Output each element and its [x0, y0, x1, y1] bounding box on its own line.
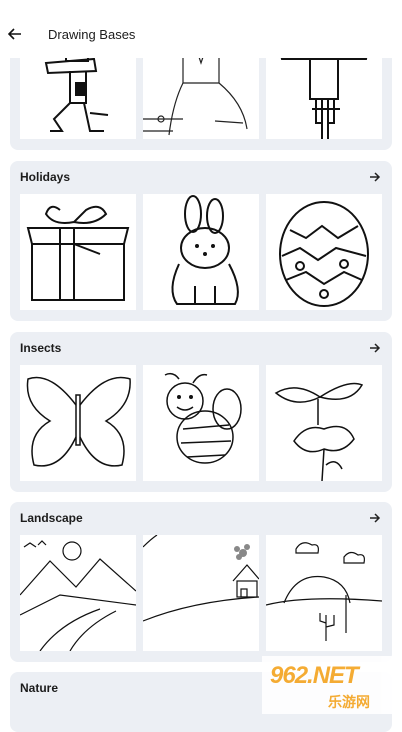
watermark-logo: 962.NET 乐游网	[262, 656, 402, 714]
bunny-drawing	[171, 195, 239, 305]
thumbnail-gift-box[interactable]	[20, 194, 136, 310]
thumbnail-dragonfly-flower[interactable]	[266, 365, 382, 481]
sunset-cactus-drawing	[266, 542, 382, 641]
easter-egg-drawing	[279, 201, 369, 307]
page-title: Drawing Bases	[48, 27, 136, 42]
thumbnail-butterfly[interactable]	[20, 365, 136, 481]
gift-box-drawing	[26, 205, 130, 301]
thumbnail-sunset-cactus[interactable]	[266, 535, 382, 651]
category-list[interactable]: Holidays Insects Landscape Nature	[0, 0, 402, 732]
category-title-holidays: Holidays	[20, 170, 71, 184]
back-button[interactable]	[4, 20, 26, 48]
arrow-right-icon[interactable]	[369, 513, 381, 523]
bee-drawing	[164, 372, 242, 464]
watermark-text: 962.NET	[270, 662, 359, 689]
category-title-nature: Nature	[20, 681, 59, 695]
dragonfly-flower-drawing	[274, 382, 364, 481]
thumbnail-hill-house[interactable]	[143, 535, 259, 651]
thumbnail-easter-egg[interactable]	[266, 194, 382, 310]
category-title-insects: Insects	[20, 341, 62, 355]
thumbnail-bunny[interactable]	[143, 194, 259, 310]
arrow-right-icon[interactable]	[369, 343, 381, 353]
thumbnail-mountains-river[interactable]	[20, 535, 136, 651]
mountains-river-drawing	[20, 540, 136, 651]
butterfly-drawing	[26, 376, 131, 467]
category-card-landscape[interactable]: Landscape	[10, 502, 392, 662]
category-card-holidays[interactable]: Holidays	[10, 161, 392, 321]
thumbnail-bee[interactable]	[143, 365, 259, 481]
category-card-insects[interactable]: Insects	[10, 332, 392, 492]
watermark-subtext: 乐游网	[328, 694, 370, 710]
category-title-landscape: Landscape	[20, 511, 83, 525]
arrow-right-icon[interactable]	[369, 172, 381, 182]
arrow-left-icon	[8, 28, 21, 40]
hill-house-drawing	[143, 535, 259, 622]
app-bar: Drawing Bases	[0, 0, 402, 58]
